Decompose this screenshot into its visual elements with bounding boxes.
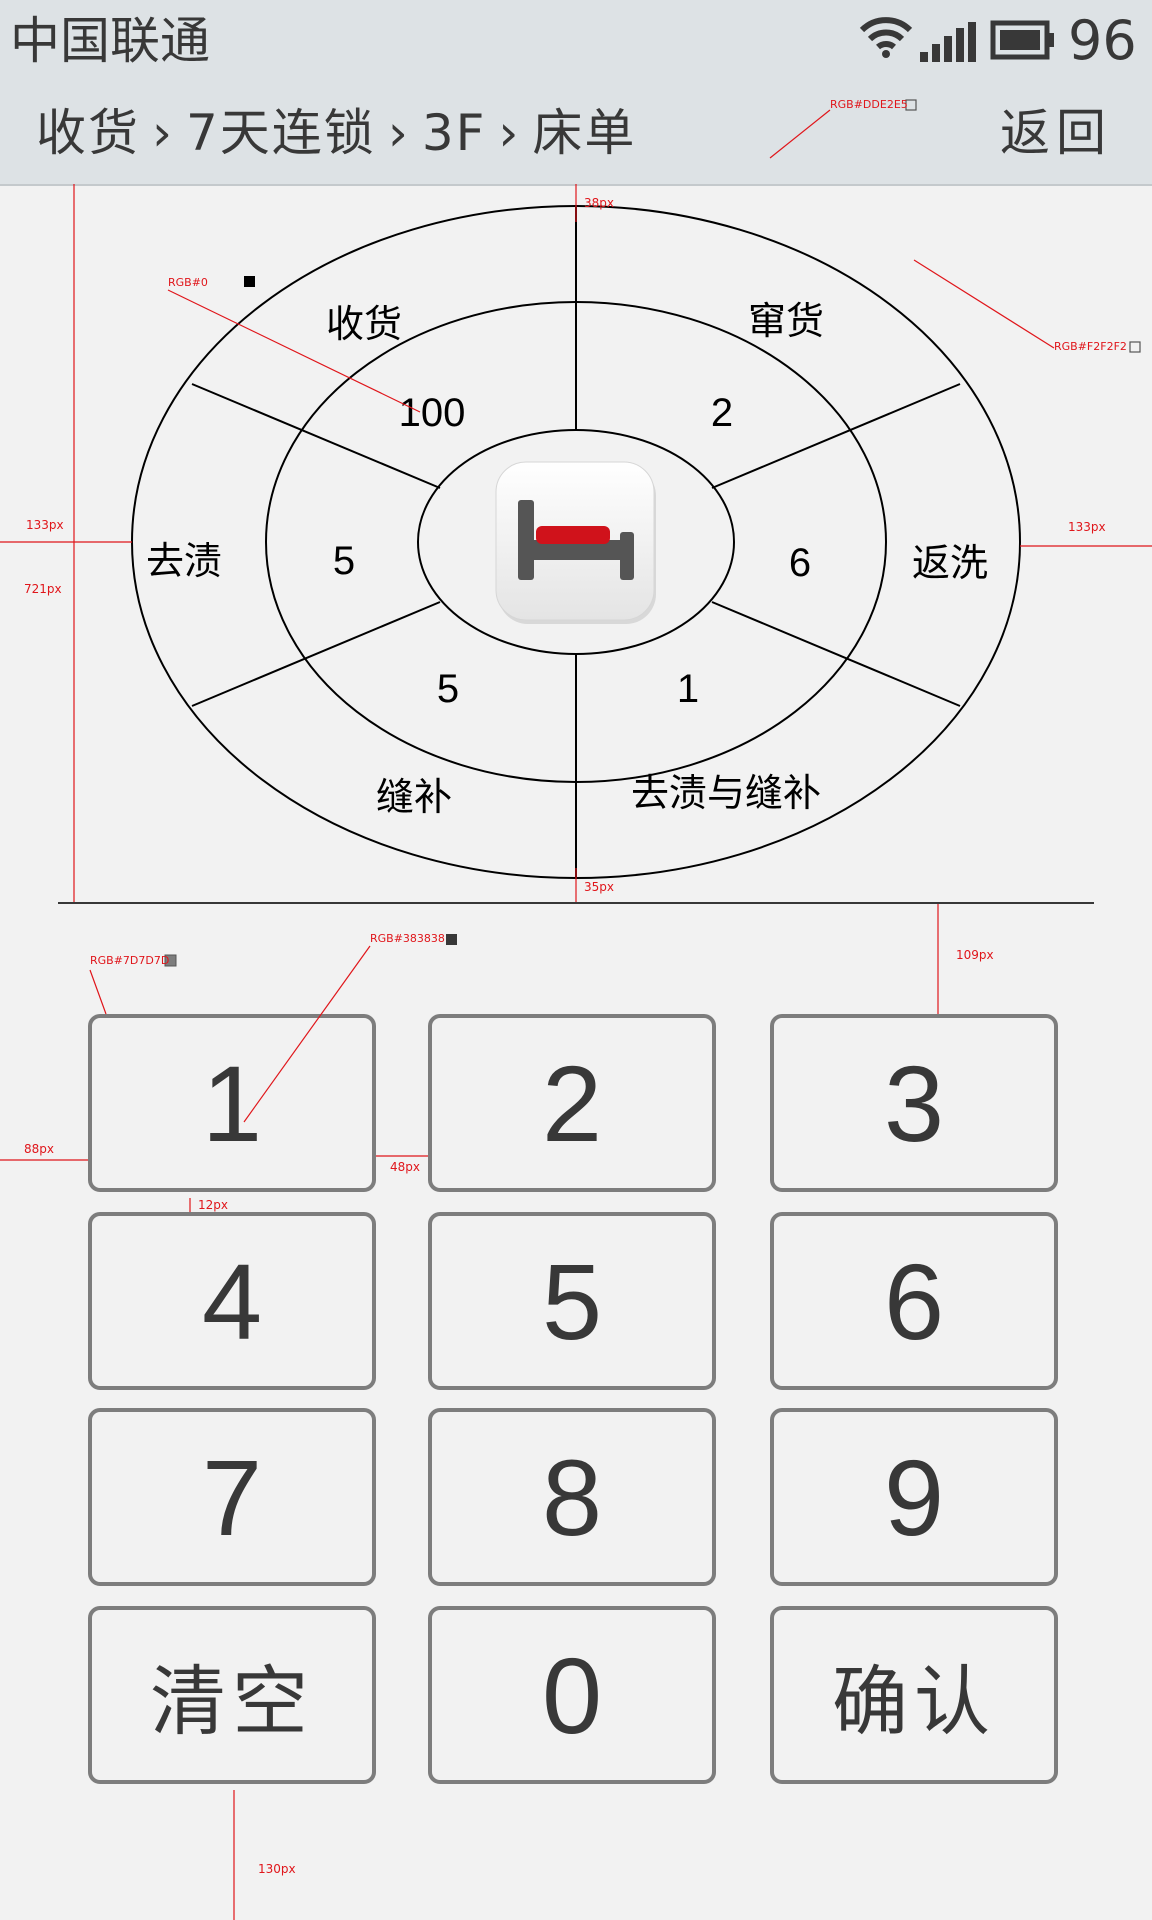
- segment-mend-count[interactable]: 5: [437, 667, 459, 711]
- annotation-label: 130px: [258, 1862, 296, 1876]
- segment-rewash-label[interactable]: 返洗: [912, 541, 988, 585]
- chevron-right-icon: ›: [152, 104, 174, 162]
- annotation-label: 35px: [584, 880, 614, 894]
- ring-divider: [191, 601, 441, 707]
- segment-stain-label[interactable]: 去渍: [146, 539, 222, 583]
- annotation-label: 133px: [1068, 520, 1106, 534]
- key-1[interactable]: 1: [88, 1014, 376, 1192]
- ring-divider: [711, 601, 961, 707]
- key-5[interactable]: 5: [428, 1212, 716, 1390]
- annotation-label: 12px: [198, 1198, 228, 1212]
- key-0[interactable]: 0: [428, 1606, 716, 1784]
- nav-bar: 收货 › 7天连锁 › 3F › 床单 返回: [0, 82, 1152, 186]
- breadcrumb-item-sheet: 床单: [532, 104, 637, 162]
- key-9[interactable]: 9: [770, 1408, 1058, 1586]
- segment-stain-mend-label[interactable]: 去渍与缝补: [631, 771, 821, 815]
- annotation-label: RGB#0: [168, 276, 208, 289]
- annotation-label: RGB#7D7D7D: [90, 954, 170, 967]
- chevron-right-icon: ›: [387, 104, 410, 162]
- clear-button[interactable]: 清空: [88, 1606, 376, 1784]
- annotation-label: RGB#DDE2E5: [830, 98, 908, 111]
- signal-icon: [920, 22, 976, 62]
- segment-receive-count[interactable]: 100: [399, 391, 466, 435]
- annotation-label: 48px: [390, 1160, 420, 1174]
- segment-receive-label[interactable]: 收货: [326, 302, 402, 346]
- breadcrumb-item-floor[interactable]: 3F: [422, 104, 487, 162]
- segment-misplaced-count[interactable]: 2: [711, 391, 733, 435]
- back-button[interactable]: 返回: [1000, 100, 1112, 166]
- annotation-label: 133px: [26, 518, 64, 532]
- segment-stain-mend-count[interactable]: 1: [677, 667, 699, 711]
- battery-icon: [990, 20, 1054, 60]
- status-bar: 中国联通 96: [0, 0, 1152, 82]
- carrier-name: 中国联通: [10, 12, 210, 70]
- chevron-right-icon: ›: [498, 104, 521, 162]
- category-ring: 收货 窜货 返洗 去渍与缝补 缝补 去渍 100 2 6 1 5 5: [131, 205, 1021, 879]
- annotation-label: 38px: [584, 196, 614, 210]
- annotation-label: RGB#F2F2F2: [1054, 340, 1127, 353]
- key-8[interactable]: 8: [428, 1408, 716, 1586]
- wifi-icon: [859, 17, 913, 58]
- key-4[interactable]: 4: [88, 1212, 376, 1390]
- key-3[interactable]: 3: [770, 1014, 1058, 1192]
- annotation-label: 721px: [24, 582, 62, 596]
- annotation-label: 88px: [24, 1142, 54, 1156]
- key-2[interactable]: 2: [428, 1014, 716, 1192]
- breadcrumb-item-receive[interactable]: 收货: [36, 104, 140, 162]
- segment-misplaced-label[interactable]: 窜货: [748, 299, 824, 343]
- key-6[interactable]: 6: [770, 1212, 1058, 1390]
- key-7[interactable]: 7: [88, 1408, 376, 1586]
- annotation-label: RGB#383838: [370, 932, 445, 945]
- breadcrumb: 收货 › 7天连锁 › 3F › 床单: [36, 100, 636, 166]
- ring-divider: [711, 383, 961, 489]
- battery-level: 96: [1068, 9, 1137, 72]
- breadcrumb-item-hotel[interactable]: 7天连锁: [186, 104, 376, 162]
- segment-mend-label[interactable]: 缝补: [376, 775, 452, 819]
- section-divider: [58, 902, 1094, 904]
- bed-icon: [495, 461, 656, 624]
- segment-stain-count[interactable]: 5: [333, 539, 355, 583]
- confirm-button[interactable]: 确认: [770, 1606, 1058, 1784]
- annotation-label: 109px: [956, 948, 994, 962]
- segment-rewash-count[interactable]: 6: [789, 541, 811, 585]
